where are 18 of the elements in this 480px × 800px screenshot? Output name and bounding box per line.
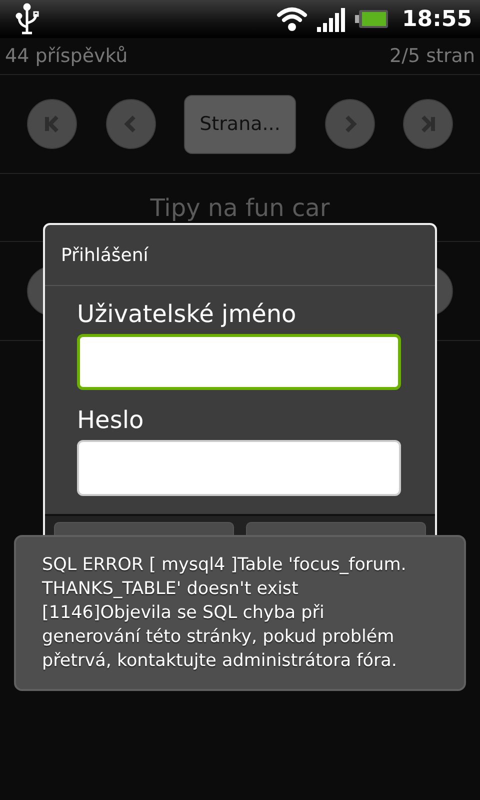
field-label: Heslo [77,406,145,434]
input-field[interactable] [77,334,401,390]
dialog-title: Přihlášení [45,225,435,286]
field-label: Uživatelské jméno [77,300,298,328]
page-nav-button[interactable] [106,99,156,149]
post-count: 44 příspěvků [5,45,128,67]
wifi-icon [276,5,308,33]
signal-icon [316,5,346,33]
error-toast: SQL ERROR [ mysql4 ]Table 'focus_forum. THANKS_TABLE' doesn't exist [1146]Objevila se SQL chyba při generování této stránky, pokud problém přetrvá, kontaktujte administrátora fóra. [14,535,466,691]
input-field[interactable] [77,440,401,496]
usb-icon [14,3,40,35]
topic-title: Tipy na fun car [150,194,330,222]
clock: 18:55 [402,6,472,32]
page-nav-button[interactable] [324,99,374,149]
page-count: 2/5 stran [390,45,475,67]
page-nav-button[interactable] [403,99,453,149]
page-nav-button[interactable] [27,99,77,149]
page-select-button[interactable]: Strana... [184,94,296,154]
